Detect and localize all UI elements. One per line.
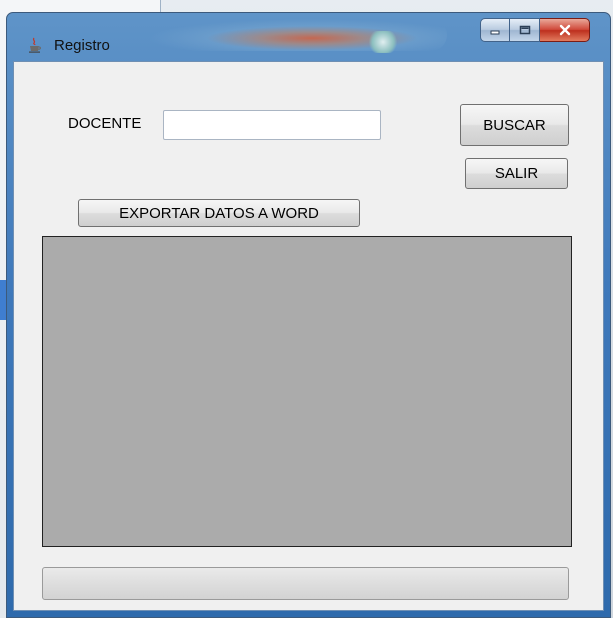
- minimize-icon: [490, 30, 500, 35]
- maximize-button[interactable]: [510, 18, 540, 42]
- title-bar[interactable]: Registro: [7, 13, 610, 54]
- client-area: DOCENTE BUSCAR SALIR EXPORTAR DATOS A WO…: [13, 61, 604, 611]
- maximize-icon: [519, 25, 530, 35]
- java-cup-icon: [29, 37, 42, 53]
- caption-buttons: [480, 18, 590, 44]
- data-grid[interactable]: [42, 236, 572, 547]
- progress-bar: [42, 567, 569, 600]
- close-icon: [559, 24, 570, 36]
- close-button[interactable]: [540, 18, 590, 42]
- registro-window: Registro DOCENTE BUSCAR SALIR EXPORTAR D…: [6, 12, 611, 618]
- docente-input[interactable]: [163, 110, 381, 140]
- salir-button[interactable]: SALIR: [465, 158, 568, 189]
- title-bar-glass-reflection: [147, 19, 447, 51]
- window-title: Registro: [54, 37, 110, 54]
- minimize-button[interactable]: [480, 18, 510, 42]
- buscar-button[interactable]: BUSCAR: [460, 104, 569, 146]
- exportar-word-button[interactable]: EXPORTAR DATOS A WORD: [78, 199, 360, 227]
- title-bar-glass-reflection-2: [369, 31, 397, 53]
- docente-label: DOCENTE: [68, 115, 142, 132]
